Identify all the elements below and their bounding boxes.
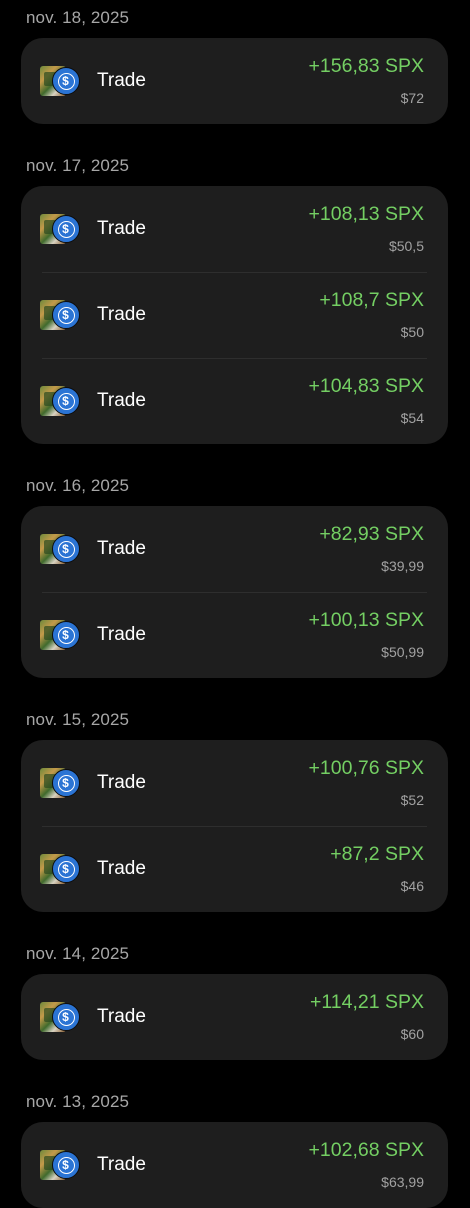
usd-symbol: $: [62, 862, 69, 876]
asset-pair-icon: $: [40, 386, 82, 418]
usdc-icon: $: [52, 855, 80, 883]
usd-value: $54: [400, 410, 424, 426]
asset-pair-icon: $: [40, 768, 82, 800]
usdc-icon: $: [52, 1003, 80, 1031]
usd-value: $46: [400, 878, 424, 894]
asset-pair-icon: $: [40, 854, 82, 886]
transaction-label: Trade: [97, 1006, 146, 1027]
transaction-list: nov. 18, 2025 $ Trade +156,83 SPX $72 no…: [0, 0, 470, 1208]
date-group: nov. 15, 2025 $ Trade +100,76 SPX $52 $ …: [0, 702, 470, 912]
transaction-row[interactable]: $ Trade +102,68 SPX $63,99: [21, 1122, 448, 1208]
usd-symbol: $: [62, 776, 69, 790]
usd-value: $39,99: [381, 558, 424, 574]
usd-symbol: $: [62, 308, 69, 322]
transaction-row[interactable]: $ Trade +108,7 SPX $50: [21, 272, 448, 358]
date-group: nov. 14, 2025 $ Trade +114,21 SPX $60: [0, 936, 470, 1060]
date-group: nov. 18, 2025 $ Trade +156,83 SPX $72: [0, 0, 470, 124]
usd-value: $60: [400, 1026, 424, 1042]
usd-symbol: $: [62, 394, 69, 408]
usdc-icon: $: [52, 301, 80, 329]
date-group: nov. 13, 2025 $ Trade +102,68 SPX $63,99: [0, 1084, 470, 1208]
transaction-label: Trade: [97, 538, 146, 559]
usd-value: $72: [400, 90, 424, 106]
asset-pair-icon: $: [40, 214, 82, 246]
date-group: nov. 17, 2025 $ Trade +108,13 SPX $50,5 …: [0, 148, 470, 444]
date-header: nov. 13, 2025: [26, 1092, 130, 1111]
amount-value: +102,68 SPX: [308, 1139, 424, 1161]
transaction-card: $ Trade +102,68 SPX $63,99: [21, 1122, 448, 1208]
transaction-label: Trade: [97, 218, 146, 239]
date-header: nov. 16, 2025: [26, 476, 130, 495]
usd-value: $50,99: [381, 644, 424, 660]
usd-symbol: $: [62, 1010, 69, 1024]
amount-value: +108,7 SPX: [319, 289, 424, 311]
amount-value: +100,76 SPX: [308, 757, 424, 779]
transaction-label: Trade: [97, 304, 146, 325]
amount-value: +156,83 SPX: [308, 55, 424, 77]
asset-pair-icon: $: [40, 534, 82, 566]
usd-value: $50: [400, 324, 424, 340]
usd-symbol: $: [62, 74, 69, 88]
date-group: nov. 16, 2025 $ Trade +82,93 SPX $39,99 …: [0, 468, 470, 678]
usd-symbol: $: [62, 222, 69, 236]
asset-pair-icon: $: [40, 1002, 82, 1034]
transaction-label: Trade: [97, 772, 146, 793]
transaction-label: Trade: [97, 390, 146, 411]
usdc-icon: $: [52, 67, 80, 95]
amount-value: +100,13 SPX: [308, 609, 424, 631]
usd-value: $50,5: [388, 238, 424, 254]
amount-value: +104,83 SPX: [308, 375, 424, 397]
asset-pair-icon: $: [40, 1150, 82, 1182]
usdc-icon: $: [52, 215, 80, 243]
asset-pair-icon: $: [40, 66, 82, 98]
usdc-icon: $: [52, 621, 80, 649]
date-header: nov. 15, 2025: [26, 710, 130, 729]
usd-symbol: $: [62, 628, 69, 642]
usd-value: $63,99: [381, 1174, 424, 1190]
transaction-label: Trade: [97, 1154, 146, 1175]
transaction-label: Trade: [97, 70, 146, 91]
usdc-icon: $: [52, 535, 80, 563]
transaction-row[interactable]: $ Trade +104,83 SPX $54: [21, 358, 448, 444]
amount-value: +114,21 SPX: [309, 991, 424, 1013]
date-header: nov. 14, 2025: [26, 944, 130, 963]
transaction-row[interactable]: $ Trade +156,83 SPX $72: [21, 38, 448, 124]
date-header: nov. 18, 2025: [26, 8, 130, 27]
transaction-card: $ Trade +114,21 SPX $60: [21, 974, 448, 1060]
transaction-row[interactable]: $ Trade +114,21 SPX $60: [21, 974, 448, 1060]
transaction-label: Trade: [97, 624, 146, 645]
asset-pair-icon: $: [40, 300, 82, 332]
transaction-row[interactable]: $ Trade +100,13 SPX $50,99: [21, 592, 448, 678]
usd-value: $52: [400, 792, 424, 808]
date-header: nov. 17, 2025: [26, 156, 130, 175]
transaction-card: $ Trade +108,13 SPX $50,5 $ Trade +108,7…: [21, 186, 448, 444]
transaction-card: $ Trade +156,83 SPX $72: [21, 38, 448, 124]
amount-value: +87,2 SPX: [330, 843, 424, 865]
transaction-card: $ Trade +100,76 SPX $52 $ Trade +87,2 SP…: [21, 740, 448, 912]
transaction-label: Trade: [97, 858, 146, 879]
transaction-row[interactable]: $ Trade +100,76 SPX $52: [21, 740, 448, 826]
usd-symbol: $: [62, 542, 69, 556]
amount-value: +82,93 SPX: [319, 523, 424, 545]
transaction-row[interactable]: $ Trade +108,13 SPX $50,5: [21, 186, 448, 272]
usdc-icon: $: [52, 1151, 80, 1179]
amount-value: +108,13 SPX: [308, 203, 424, 225]
usdc-icon: $: [52, 387, 80, 415]
usdc-icon: $: [52, 769, 80, 797]
transaction-card: $ Trade +82,93 SPX $39,99 $ Trade +100,1…: [21, 506, 448, 678]
usd-symbol: $: [62, 1158, 69, 1172]
transaction-row[interactable]: $ Trade +87,2 SPX $46: [21, 826, 448, 912]
transaction-row[interactable]: $ Trade +82,93 SPX $39,99: [21, 506, 448, 592]
asset-pair-icon: $: [40, 620, 82, 652]
